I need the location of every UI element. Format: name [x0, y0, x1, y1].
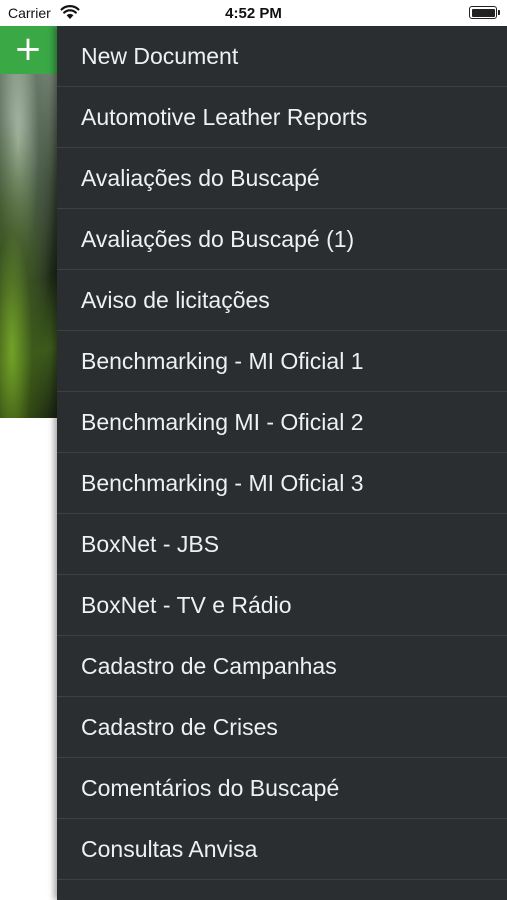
menu-item[interactable]: BoxNet - JBS: [57, 514, 507, 575]
menu-item[interactable]: Benchmarking - MI Oficial 3: [57, 453, 507, 514]
side-drawer-menu: New Document Automotive Leather Reports Av…: [57, 26, 507, 900]
menu-item[interactable]: Consultas Anvisa: [57, 819, 507, 880]
menu-item[interactable]: New Document: [57, 26, 507, 87]
menu-item[interactable]: [57, 880, 507, 900]
menu-item-label: Avaliações do Buscapé: [81, 165, 320, 191]
menu-item-label: Avaliações do Buscapé (1): [81, 226, 355, 252]
menu-item-label: Comentários do Buscapé: [81, 775, 340, 801]
menu-item-label: Cadastro de Crises: [81, 714, 278, 740]
menu-item-label: Benchmarking - MI Oficial 3: [81, 470, 364, 496]
menu-item-label: BoxNet - TV e Rádio: [81, 592, 292, 618]
menu-item[interactable]: Avaliações do Buscapé: [57, 148, 507, 209]
menu-item[interactable]: Cadastro de Campanhas: [57, 636, 507, 697]
menu-item[interactable]: BoxNet - TV e Rádio: [57, 575, 507, 636]
menu-item[interactable]: Avaliações do Buscapé (1): [57, 209, 507, 270]
clock: 4:52 PM: [225, 5, 282, 22]
menu-item-label: New Document: [81, 43, 239, 69]
add-button[interactable]: +: [8, 30, 48, 70]
menu-item-label: Aviso de licitações: [81, 287, 270, 313]
menu-item-label: Consultas Anvisa: [81, 836, 258, 862]
menu-item-label: Automotive Leather Reports: [81, 104, 368, 130]
menu-item-label: Benchmarking MI - Oficial 2: [81, 409, 364, 435]
plus-icon: +: [13, 29, 43, 69]
menu-item[interactable]: Cadastro de Crises: [57, 697, 507, 758]
menu-item-label: BoxNet - JBS: [81, 531, 220, 557]
menu-item-label: Benchmarking - MI Oficial 1: [81, 348, 364, 374]
menu-item[interactable]: Comentários do Buscapé: [57, 758, 507, 819]
menu-item[interactable]: Benchmarking - MI Oficial 1: [57, 331, 507, 392]
background-image: [0, 74, 60, 418]
menu-item-label: Cadastro de Campanhas: [81, 653, 337, 679]
menu-item[interactable]: Benchmarking MI - Oficial 2: [57, 392, 507, 453]
battery-icon: [469, 6, 500, 19]
status-bar: Carrier 4:52 PM: [0, 0, 507, 26]
menu-item[interactable]: Aviso de licitações: [57, 270, 507, 331]
menu-item[interactable]: Automotive Leather Reports: [57, 87, 507, 148]
